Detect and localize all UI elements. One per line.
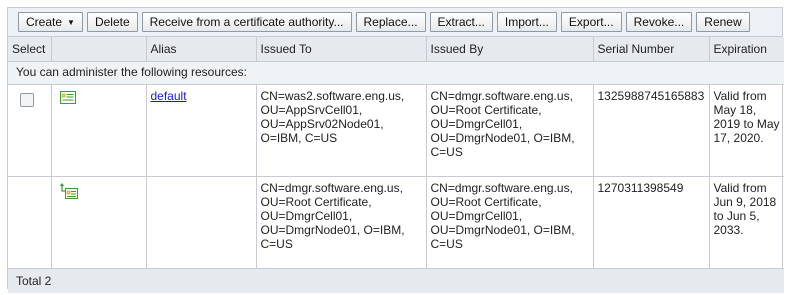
column-header-alias[interactable]: Alias bbox=[146, 37, 257, 62]
import-button[interactable]: Import... bbox=[496, 12, 557, 32]
alias-cell bbox=[146, 176, 257, 269]
caret-down-icon: ▼ bbox=[67, 17, 75, 27]
column-header-issued-by[interactable]: Issued By bbox=[426, 37, 594, 62]
total-count: Total 2 bbox=[8, 268, 784, 293]
select-cell bbox=[8, 84, 52, 177]
export-button[interactable]: Export... bbox=[560, 12, 622, 32]
create-button-label: Create bbox=[26, 15, 63, 29]
toolbar: Create ▼ Delete Receive from a certifica… bbox=[8, 8, 782, 37]
renew-button[interactable]: Renew bbox=[696, 12, 750, 32]
serial-number-cell: 1270311398549 bbox=[593, 176, 710, 269]
issued-to-cell: CN=dmgr.software.eng.us, OU=Root Certifi… bbox=[256, 176, 427, 269]
column-header-serial-number[interactable]: Serial Number bbox=[593, 37, 710, 62]
personal-certificate-icon bbox=[59, 90, 76, 104]
serial-number-cell: 1325988745165883 bbox=[593, 84, 710, 177]
column-header-icon bbox=[51, 37, 147, 62]
issued-by-cell: CN=dmgr.software.eng.us, OU=Root Certifi… bbox=[426, 84, 594, 177]
signer-certificate-icon bbox=[59, 182, 78, 199]
certificates-panel: Create ▼ Delete Receive from a certifica… bbox=[7, 7, 784, 293]
column-header-select[interactable]: Select bbox=[8, 37, 52, 62]
type-icon-cell bbox=[51, 84, 147, 177]
issued-by-cell: CN=dmgr.software.eng.us, OU=Root Certifi… bbox=[426, 176, 594, 269]
replace-button[interactable]: Replace... bbox=[355, 12, 426, 32]
expiration-cell: Valid from May 18, 2019 to May 17, 2020. bbox=[709, 84, 784, 177]
certificates-table: Select Alias Issued To Issued By Serial … bbox=[8, 37, 784, 293]
receive-from-ca-button[interactable]: Receive from a certificate authority... bbox=[141, 12, 352, 32]
column-header-issued-to[interactable]: Issued To bbox=[256, 37, 427, 62]
create-button[interactable]: Create ▼ bbox=[18, 12, 83, 32]
select-cell bbox=[8, 176, 52, 269]
row-select-checkbox[interactable] bbox=[20, 92, 34, 107]
expiration-cell: Valid from Jun 9, 2018 to Jun 5, 2033. bbox=[709, 176, 784, 269]
table-row: default CN=was2.software.eng.us, OU=AppS… bbox=[8, 84, 784, 177]
issued-to-cell: CN=was2.software.eng.us, OU=AppSrvCell01… bbox=[256, 84, 427, 177]
type-icon-cell bbox=[51, 176, 147, 269]
extract-button[interactable]: Extract... bbox=[429, 12, 493, 32]
resources-info-text: You can administer the following resourc… bbox=[8, 61, 784, 85]
revoke-button[interactable]: Revoke... bbox=[625, 12, 693, 32]
column-header-expiration[interactable]: Expiration bbox=[709, 37, 784, 62]
delete-button[interactable]: Delete bbox=[86, 12, 138, 32]
table-row: CN=dmgr.software.eng.us, OU=Root Certifi… bbox=[8, 176, 784, 269]
alias-cell: default bbox=[146, 84, 257, 177]
alias-link-default[interactable]: default bbox=[151, 89, 187, 103]
